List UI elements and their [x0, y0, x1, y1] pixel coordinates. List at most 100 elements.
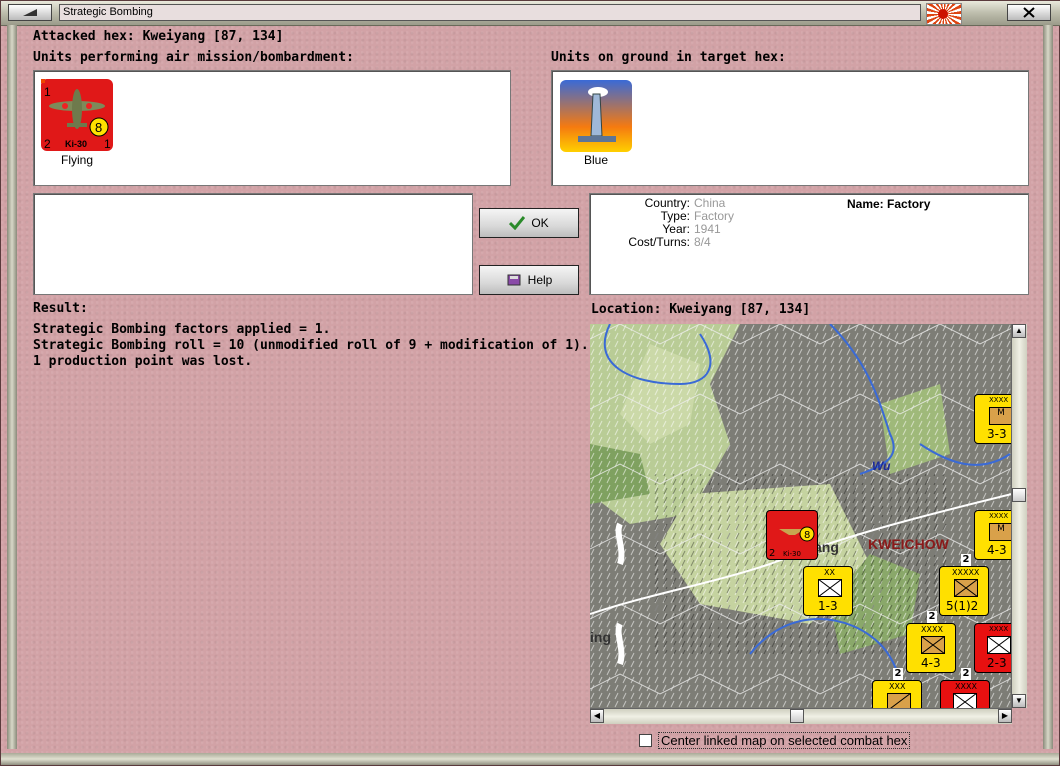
map-air-unit-counter[interactable]: 8 2 Ki-30	[766, 510, 818, 560]
infantry-icon	[954, 579, 978, 597]
unit-size: XXX	[889, 682, 906, 691]
right-border	[1043, 25, 1053, 749]
city-label: ing	[590, 629, 611, 645]
stack-count: 2	[961, 668, 971, 680]
map-unit-counter[interactable]: XXXX M 4-3	[974, 510, 1012, 560]
scroll-left-icon[interactable]: ◀	[590, 709, 604, 723]
cost-label: Cost/Turns:	[628, 235, 690, 249]
result-label: Result:	[33, 301, 88, 316]
map-unit-counter[interactable]: XXXXX 5(1)2	[939, 566, 989, 616]
target-info: Country: China Type: Factory Year: 1941 …	[590, 197, 1020, 257]
center-map-checkbox[interactable]	[639, 734, 652, 747]
checkmark-icon	[509, 216, 526, 230]
result-line: Strategic Bombing roll = 10 (unmodified …	[33, 338, 589, 353]
air-unit-counter[interactable]: 1 8 2 Ki-30 1	[41, 79, 113, 151]
map-unit-counter[interactable]: XX 1-3	[803, 566, 853, 616]
stack-count: 2	[927, 611, 937, 623]
map-unit-counter[interactable]: XXXX M 3-3	[974, 394, 1012, 444]
fighter-plane-icon: 8 2 Ki-30	[769, 526, 815, 559]
air-unit-bottom-right: 1	[104, 137, 111, 151]
close-icon	[1023, 7, 1035, 18]
stack-count: 2	[893, 668, 903, 680]
fighter-plane-icon: 1 8 2 Ki-30 1	[41, 79, 111, 151]
bottom-border	[1, 753, 1059, 765]
ground-unit-counter[interactable]	[560, 80, 632, 152]
infantry-icon	[987, 636, 1011, 654]
vertical-scroll-thumb[interactable]	[1012, 488, 1026, 502]
collapse-button[interactable]	[8, 4, 52, 21]
unit-size: XXXX	[989, 396, 1009, 404]
map-air-unit-bottom-left: 2	[769, 548, 775, 559]
ok-button[interactable]: OK	[479, 208, 579, 238]
ground-units-label: Units on ground in target hex:	[551, 50, 786, 65]
horizontal-scroll-thumb[interactable]	[790, 709, 804, 723]
factory-icon	[578, 87, 616, 142]
unit-type: M	[989, 523, 1012, 541]
unit-strength: 1-3	[818, 599, 838, 613]
window-title: Strategic Bombing	[59, 4, 921, 21]
air-units-label: Units performing air mission/bombardment…	[33, 50, 354, 65]
result-line: 1 production point was lost.	[33, 354, 253, 369]
scroll-down-icon[interactable]: ▼	[1012, 694, 1026, 708]
message-box	[33, 193, 473, 295]
infantry-icon	[818, 579, 842, 597]
dialog-window: Strategic Bombing Attacked hex: Kweiyang…	[0, 0, 1060, 766]
map-unit-counter[interactable]: XXXX 4-3	[906, 623, 956, 673]
map-vertical-scrollbar[interactable]: ▲ ▼	[1011, 324, 1027, 708]
map-unit-counter[interactable]: XXXX 2-3	[974, 623, 1012, 673]
unit-strength: 4-3	[921, 656, 941, 670]
province-label: KWEICHOW	[868, 536, 950, 552]
unit-size: XXXX	[955, 682, 977, 691]
map-air-unit-strength: 8	[804, 530, 810, 541]
infantry-icon	[953, 693, 977, 708]
air-unit-strength: 8	[95, 120, 102, 135]
air-unit-bottom-left: 2	[44, 137, 51, 151]
mountain-glyph	[615, 522, 625, 565]
unit-size: XXXXX	[952, 568, 980, 577]
unit-size: XXXX	[989, 512, 1009, 520]
help-button-label: Help	[527, 273, 553, 287]
map-unit-counter[interactable]: XXXX	[940, 680, 990, 708]
unit-size: XXXX	[989, 625, 1009, 633]
close-button[interactable]	[1007, 4, 1051, 21]
map-air-unit-type: Ki-30	[783, 550, 801, 558]
river-label: Wu	[872, 459, 891, 473]
scroll-right-icon[interactable]: ▶	[998, 709, 1012, 723]
air-units-box: 1 8 2 Ki-30 1 Flying	[33, 70, 511, 186]
arrow-icon	[23, 9, 37, 16]
map-unit-counter[interactable]: XXX	[872, 680, 922, 708]
unit-strength: 4-3	[987, 543, 1007, 557]
attacked-hex-label: Attacked hex: Kweiyang [87, 134]	[33, 29, 284, 44]
unit-size: XX	[824, 568, 835, 577]
unit-size: XXXX	[921, 625, 943, 634]
air-unit-caption: Flying	[60, 153, 93, 167]
infantry-icon	[921, 636, 945, 654]
center-map-checkbox-label[interactable]: Center linked map on selected combat hex	[658, 732, 911, 749]
location-map[interactable]: Wu KWEICHOW ang ing 8 2 Ki-30 XXXX M 3-3…	[590, 324, 1012, 708]
location-label: Location: Kweiyang [87, 134]	[591, 302, 811, 317]
result-line: Strategic Bombing factors applied = 1.	[33, 322, 331, 337]
book-icon	[507, 274, 521, 286]
unit-type: M	[989, 407, 1012, 425]
unit-strength: 2-3	[987, 656, 1007, 670]
help-button[interactable]: Help	[479, 265, 579, 295]
air-unit-type: Ki-30	[65, 139, 87, 149]
ground-unit-caption: Blue	[583, 153, 609, 167]
title-bar: Strategic Bombing	[1, 1, 1060, 26]
mountain-glyph	[615, 622, 625, 665]
unit-strength: 5(1)2	[946, 599, 979, 613]
ok-button-label: OK	[531, 216, 549, 230]
air-unit-top-left: 1	[44, 85, 51, 99]
result-text: Strategic Bombing factors applied = 1. S…	[33, 322, 589, 370]
unit-strength: 3-3	[987, 427, 1007, 441]
target-info-box: Country: China Type: Factory Year: 1941 …	[589, 193, 1029, 295]
cost-value: 8/4	[694, 235, 711, 249]
left-border	[7, 25, 17, 749]
stack-count: 2	[961, 554, 971, 566]
map-horizontal-scrollbar[interactable]: ◀ ▶	[590, 708, 1012, 724]
cavalry-icon	[887, 693, 911, 708]
scroll-up-icon[interactable]: ▲	[1012, 324, 1026, 338]
ground-units-box: Blue	[551, 70, 1029, 186]
japan-flag-icon	[926, 3, 962, 25]
target-name: Name: Factory	[847, 197, 931, 211]
